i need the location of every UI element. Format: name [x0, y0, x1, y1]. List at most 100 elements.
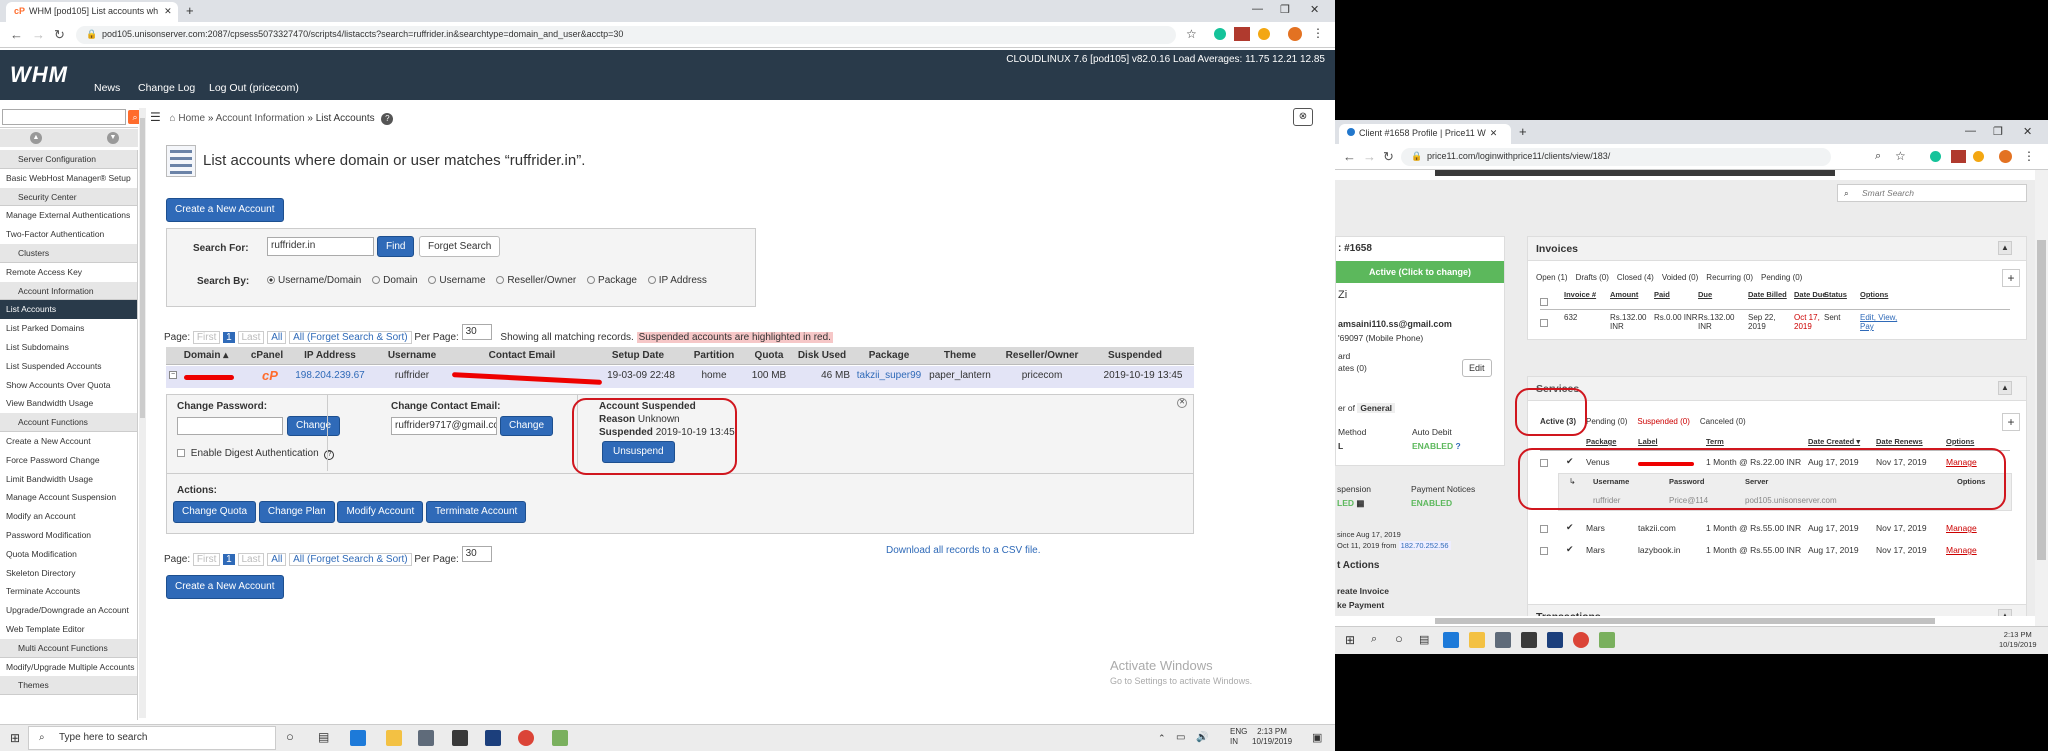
- service-cell[interactable]: Manage: [1946, 523, 1977, 533]
- client-status-button[interactable]: Active (Click to change): [1336, 261, 1504, 283]
- service-col[interactable]: Date Created ▾: [1808, 437, 1860, 446]
- pager-all-forget-bottom[interactable]: All (Forget Search & Sort): [289, 553, 412, 566]
- change-plan-button[interactable]: Change Plan: [258, 501, 335, 523]
- service-col[interactable]: Options: [1946, 437, 1974, 446]
- bookmark-star-icon[interactable]: ☆: [1895, 149, 1906, 163]
- tray-arrow-icon[interactable]: ⌃: [1158, 733, 1166, 744]
- collapse-invoices-icon[interactable]: ▲: [1998, 241, 2012, 255]
- extension-icon[interactable]: [1234, 27, 1250, 41]
- sidebar-item[interactable]: Modify/Upgrade Multiple Accounts: [0, 658, 137, 677]
- service-cell[interactable]: Manage: [1946, 545, 1977, 555]
- horizontal-scroll-thumb[interactable]: [1435, 618, 1935, 624]
- download-csv-link[interactable]: Download all records to a CSV file.: [886, 545, 1041, 556]
- sidebar-item[interactable]: Password Modification: [0, 526, 137, 545]
- sidebar-item[interactable]: Upgrade/Downgrade an Account: [0, 601, 137, 620]
- close-window-icon[interactable]: ✕: [1310, 3, 1319, 16]
- forward-icon[interactable]: →: [1363, 149, 1376, 164]
- col-disk[interactable]: Disk Used: [794, 347, 850, 365]
- sidebar-item[interactable]: Terminate Accounts: [0, 582, 137, 601]
- windows-start-icon[interactable]: ⊞: [10, 731, 20, 745]
- pager-first[interactable]: First: [192, 331, 221, 344]
- sidebar-item[interactable]: Clusters: [0, 243, 137, 263]
- modify-account-button[interactable]: Modify Account: [337, 501, 424, 523]
- task-view-icon[interactable]: ▤: [1419, 633, 1429, 646]
- service-checkbox[interactable]: [1540, 547, 1548, 555]
- invoice-filter[interactable]: Voided (0): [1662, 273, 1698, 282]
- service-col[interactable]: Term: [1706, 437, 1724, 446]
- col-partition[interactable]: Partition: [684, 347, 744, 365]
- whm-logo[interactable]: WHM: [10, 62, 68, 88]
- mail-icon[interactable]: [418, 730, 434, 746]
- grammarly-icon[interactable]: [1214, 28, 1226, 40]
- sidebar-item[interactable]: List Accounts: [0, 300, 137, 320]
- sidebar-item[interactable]: Web Template Editor: [0, 620, 137, 639]
- sidebar-scrollbar[interactable]: [139, 108, 146, 718]
- whm-tab[interactable]: cP WHM [pod105] List accounts wh ✕: [6, 2, 178, 22]
- pager-first-bottom[interactable]: First: [192, 553, 221, 566]
- col-owner[interactable]: Reseller/Owner: [992, 347, 1092, 365]
- bookmark-star-icon[interactable]: ☆: [1186, 27, 1197, 41]
- sidebar-item[interactable]: Two-Factor Authentication: [0, 225, 137, 244]
- sidebar-item[interactable]: Themes: [0, 676, 137, 696]
- radio-username-domain[interactable]: Username/Domain: [267, 275, 361, 286]
- password-input[interactable]: [177, 417, 283, 435]
- new-tab-icon[interactable]: +: [1519, 124, 1527, 139]
- url-field[interactable]: 🔒 pod105.unisonserver.com:2087/cpsess5073…: [76, 26, 1176, 44]
- terminate-account-button[interactable]: Terminate Account: [426, 501, 527, 523]
- sidebar-item[interactable]: View Bandwidth Usage: [0, 394, 137, 413]
- url-field[interactable]: 🔒 price11.com/loginwithprice11/clients/vi…: [1401, 148, 1831, 166]
- nav-news[interactable]: News: [94, 82, 120, 94]
- close-detail-icon[interactable]: ✕: [1177, 398, 1187, 408]
- cortana-icon[interactable]: ○: [286, 729, 294, 744]
- new-tab-icon[interactable]: +: [186, 3, 194, 18]
- pager-last-bottom[interactable]: Last: [237, 553, 265, 566]
- reload-icon[interactable]: ↻: [1383, 149, 1394, 165]
- task-view-icon[interactable]: ▤: [318, 730, 329, 744]
- invoice-col[interactable]: Options: [1860, 290, 1904, 299]
- back-icon[interactable]: ←: [10, 27, 23, 42]
- store-icon[interactable]: [452, 730, 468, 746]
- table-row[interactable]: − cP 198.204.239.67 ruffrider 19-03-09 2…: [166, 366, 1194, 388]
- change-quota-button[interactable]: Change Quota: [173, 501, 257, 523]
- grammarly-icon[interactable]: [1930, 151, 1941, 162]
- sidebar-item[interactable]: Quota Modification: [0, 545, 137, 564]
- pager-all-forget[interactable]: All (Forget Search & Sort): [289, 331, 412, 344]
- sidebar-item[interactable]: Multi Account Functions: [0, 638, 137, 658]
- clock[interactable]: 2:13 PM 10/19/2019: [1999, 630, 2037, 650]
- profile-avatar[interactable]: [1999, 150, 2012, 163]
- collapse-services-icon[interactable]: ▲: [1998, 381, 2012, 395]
- pager-page[interactable]: 1: [223, 332, 235, 343]
- invoice-filter[interactable]: Pending (0): [1761, 273, 1802, 282]
- sidebar-item[interactable]: List Suspended Accounts: [0, 357, 137, 376]
- taskbar-search[interactable]: ⌕ Type here to search: [28, 726, 276, 750]
- service-filter[interactable]: Canceled (0): [1700, 417, 1746, 426]
- invoice-cell[interactable]: Edit, View, Pay: [1860, 313, 1912, 331]
- edge-icon[interactable]: [350, 730, 366, 746]
- invoice-col[interactable]: Paid: [1654, 290, 1698, 299]
- invoice-filter[interactable]: Closed (4): [1617, 273, 1654, 282]
- sidebar-item[interactable]: Show Accounts Over Quota: [0, 376, 137, 395]
- close-tab-icon[interactable]: ✕: [1490, 128, 1498, 138]
- sidebar-item[interactable]: List Parked Domains: [0, 319, 137, 338]
- sidebar-scroll-thumb[interactable]: [140, 118, 145, 418]
- col-ip[interactable]: IP Address: [288, 347, 372, 365]
- zoom-icon[interactable]: ⌕: [1875, 150, 1881, 163]
- create-account-button[interactable]: Create a New Account: [166, 198, 284, 222]
- store-icon[interactable]: [1521, 632, 1537, 648]
- radio-package[interactable]: Package: [587, 275, 637, 286]
- nav-logout[interactable]: Log Out (pricecom): [209, 82, 299, 94]
- collapse-row-icon[interactable]: −: [169, 371, 177, 379]
- service-row-mars-1[interactable]: ✔ Mars takzii.com 1 Month @ Rs.55.00 INR Aug…: [1540, 521, 2010, 539]
- cortana-icon[interactable]: ○: [1395, 631, 1403, 646]
- extension-icon[interactable]: [1951, 150, 1966, 163]
- extension-2-icon[interactable]: [1973, 151, 1984, 162]
- maximize-icon[interactable]: ❐: [1280, 3, 1290, 16]
- minimize-icon[interactable]: —: [1252, 3, 1263, 15]
- invoice-col[interactable]: Amount: [1610, 290, 1654, 299]
- back-icon[interactable]: ←: [1343, 149, 1356, 164]
- forget-search-button[interactable]: Forget Search: [419, 236, 501, 257]
- mail-icon[interactable]: [1495, 632, 1511, 648]
- lang-indicator[interactable]: ENG IN: [1230, 727, 1247, 747]
- invoice-filter[interactable]: Drafts (0): [1576, 273, 1609, 282]
- photoshop-icon[interactable]: [485, 730, 501, 746]
